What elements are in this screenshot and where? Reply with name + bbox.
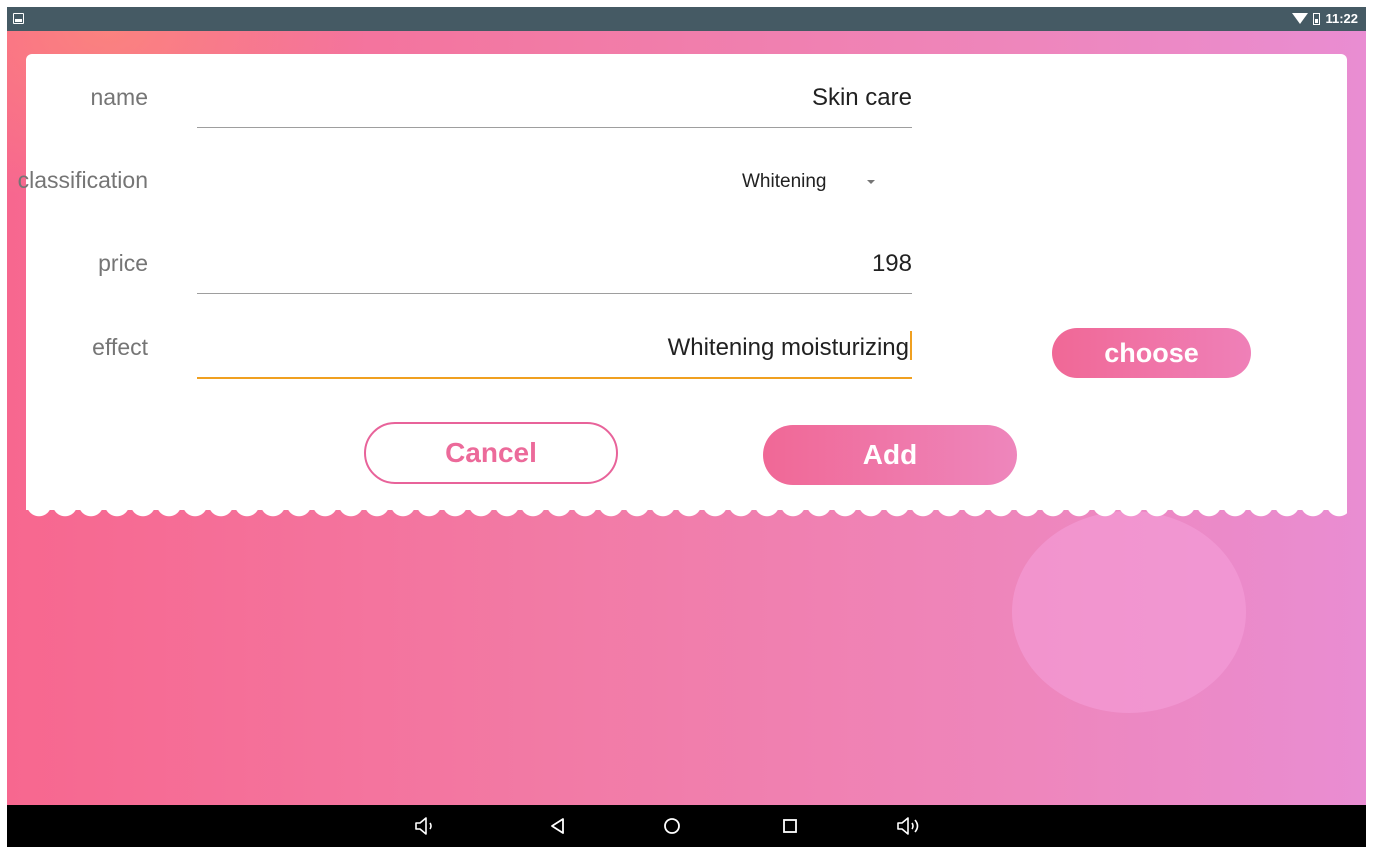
name-field-value: Skin care: [811, 84, 912, 111]
dropdown-arrow-icon: [867, 180, 875, 184]
add-button[interactable]: Add: [763, 425, 1017, 485]
back-icon[interactable]: [538, 805, 578, 847]
volume-up-icon[interactable]: [890, 805, 930, 847]
text-cursor: [910, 331, 912, 360]
navigation-bar: [7, 805, 1366, 847]
home-icon[interactable]: [652, 805, 692, 847]
classification-select[interactable]: Whitening: [737, 164, 887, 200]
cancel-button[interactable]: Cancel: [364, 422, 618, 484]
name-field[interactable]: Skin care: [197, 54, 912, 128]
classification-select-value: Whitening: [742, 171, 827, 192]
battery-icon: [1313, 12, 1321, 25]
recents-icon[interactable]: [770, 805, 810, 847]
wifi-icon: [1292, 13, 1309, 24]
price-field[interactable]: 198: [197, 220, 912, 294]
effect-label: effect: [92, 334, 148, 360]
card-scalloped-edge: [26, 504, 1347, 518]
classification-label: classification: [17, 167, 148, 193]
choose-button[interactable]: choose: [1052, 328, 1251, 378]
price-field-value: 198: [871, 250, 912, 277]
screen: 11:22 name Skin care classification Whit…: [7, 7, 1366, 847]
add-product-form-card: name Skin care classification Whitening …: [18, 54, 1347, 510]
effect-field-value: Whitening moisturizing: [668, 331, 912, 362]
name-label: name: [90, 84, 148, 110]
price-label: price: [98, 250, 148, 276]
effect-field[interactable]: Whitening moisturizing: [197, 304, 912, 379]
volume-down-icon[interactable]: [406, 805, 446, 847]
background-decoration-circle: [1012, 511, 1246, 713]
status-time: 11:22: [1325, 11, 1358, 26]
status-bar: 11:22: [7, 7, 1366, 31]
image-notification-icon: [13, 13, 24, 24]
effect-field-text: Whitening moisturizing: [667, 334, 909, 361]
status-icons: 11:22: [1292, 11, 1358, 26]
